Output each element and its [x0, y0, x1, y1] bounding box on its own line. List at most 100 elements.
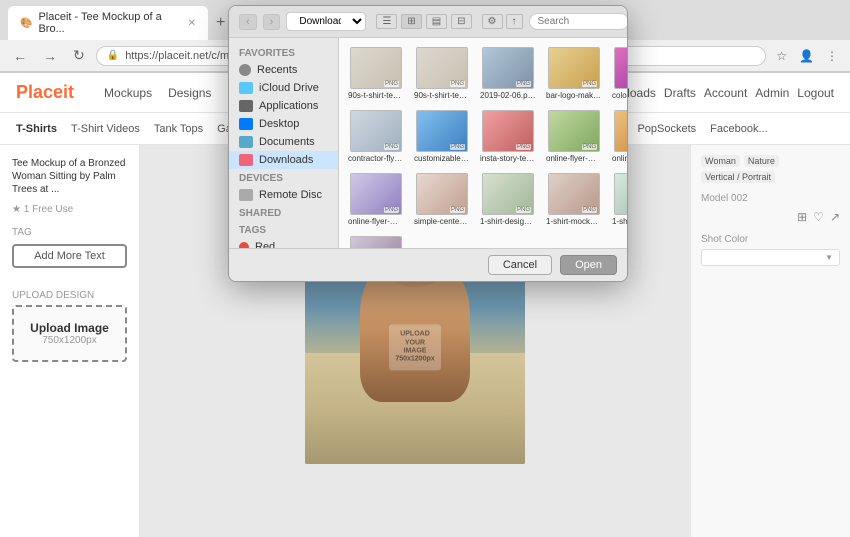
remote-icon — [239, 189, 253, 201]
fd-gallery-view-btn[interactable]: ▤ — [426, 14, 447, 29]
file-item-5[interactable]: PNG colorful-flyer-maker-f...119c.png — [609, 44, 627, 103]
fd-search-input[interactable] — [529, 13, 628, 30]
fd-favorites-label: Favorites — [229, 44, 338, 61]
desktop-icon — [239, 118, 253, 130]
file-thumb-13: PNG — [482, 173, 534, 215]
file-type-11: PNG — [384, 207, 399, 213]
fd-item-recents[interactable]: Recents — [229, 61, 338, 79]
file-type-8: PNG — [516, 144, 531, 150]
file-name-7: customizable-flyer-te...195s.png — [414, 154, 470, 163]
file-name-6: contractor-flyer-design-t...856.png — [348, 154, 404, 163]
file-type-12: PNG — [450, 207, 465, 213]
thumb-inner-5 — [615, 48, 627, 88]
fd-item-desktop[interactable]: Desktop — [229, 115, 338, 133]
file-item-11[interactable]: PNG online-flyer-maker-f...85e.png — [345, 170, 407, 229]
file-thumb-1: PNG — [350, 47, 402, 89]
file-item-13[interactable]: PNG 1-shirt-design-signed...832.png — [477, 170, 539, 229]
fd-devices-label: Devices — [229, 169, 338, 186]
file-item-16[interactable]: PNG 1-shirt-mockup-of-a-b...png — [345, 233, 407, 248]
fd-back-btn[interactable]: ‹ — [239, 14, 257, 30]
fd-tags-label: Tags — [229, 221, 338, 238]
fd-item-documents[interactable]: Documents — [229, 133, 338, 151]
fd-toolbar: ‹ › Downloads ☰ ⊞ ▤ ⊟ ⚙ ↑ — [229, 6, 627, 38]
icloud-icon — [239, 82, 253, 94]
file-item-15[interactable]: PNG 1-shirt-mockup-of-a-mo...556.png — [609, 170, 627, 229]
fd-item-apps[interactable]: Applications — [229, 97, 338, 115]
fd-desktop-label: Desktop — [259, 118, 299, 130]
file-thumb-9: PNG — [548, 110, 600, 152]
file-type-1: PNG — [384, 81, 399, 87]
file-type-7: PNG — [450, 144, 465, 150]
fd-item-downloads[interactable]: Downloads — [229, 151, 338, 169]
file-name-2: 90s-t-shirt-template-a6.png — [414, 91, 470, 100]
file-item-9[interactable]: PNG online-flyer-maker-f...434f.png — [543, 107, 605, 166]
file-thumb-14: PNG — [548, 173, 600, 215]
file-thumb-12: PNG — [416, 173, 468, 215]
red-tag-icon — [239, 242, 249, 248]
file-thumb-2: PNG — [416, 47, 468, 89]
file-item-3[interactable]: PNG 2019-02-06.png — [477, 44, 539, 103]
downloads-icon — [239, 154, 253, 166]
fd-forward-btn[interactable]: › — [263, 14, 281, 30]
thumb-inner-10 — [615, 111, 627, 151]
apps-icon — [239, 100, 253, 112]
file-item-14[interactable]: PNG 1-shirt-mockup-of-a-ma...(1).png — [543, 170, 605, 229]
fd-action-btn[interactable]: ⚙ — [482, 14, 503, 29]
file-dialog-overlay: ‹ › Downloads ☰ ⊞ ▤ ⊟ ⚙ ↑ Favorites — [0, 0, 850, 528]
thumb-inner-15 — [615, 174, 627, 214]
fd-tag-red[interactable]: Red — [229, 238, 338, 248]
file-name-3: 2019-02-06.png — [480, 91, 536, 100]
fd-footer: Cancel Open — [229, 248, 627, 281]
file-name-4: bar-logo-maker-for-a-be...596.png — [546, 91, 602, 100]
file-thumb-16: PNG — [350, 236, 402, 248]
file-type-14: PNG — [582, 207, 597, 213]
file-type-6: PNG — [384, 144, 399, 150]
fd-share-btn[interactable]: ↑ — [506, 14, 523, 29]
fd-recents-label: Recents — [257, 64, 297, 76]
file-item-6[interactable]: PNG contractor-flyer-design-t...856.png — [345, 107, 407, 166]
fd-downloads-label: Downloads — [259, 154, 313, 166]
file-name-12: simple-center-aligned...195s.png — [414, 217, 470, 226]
file-thumb-11: PNG — [350, 173, 402, 215]
fd-red-label: Red — [255, 241, 275, 248]
fd-view-controls: ☰ ⊞ ▤ ⊟ — [376, 14, 471, 29]
file-item-1[interactable]: PNG 90s-t-shirt-template-f...(2).png — [345, 44, 407, 103]
fd-item-icloud[interactable]: iCloud Drive — [229, 79, 338, 97]
file-name-15: 1-shirt-mockup-of-a-mo...556.png — [612, 217, 627, 226]
file-name-9: online-flyer-maker-f...434f.png — [546, 154, 602, 163]
fd-apps-label: Applications — [259, 100, 318, 112]
fd-shared-label: Shared — [229, 204, 338, 221]
file-thumb-7: PNG — [416, 110, 468, 152]
file-name-10: online-flyer-maker-f...85e.png — [612, 154, 627, 163]
recents-icon — [239, 64, 251, 76]
file-name-14: 1-shirt-mockup-of-a-ma...(1).png — [546, 217, 602, 226]
file-item-7[interactable]: PNG customizable-flyer-te...195s.png — [411, 107, 473, 166]
fd-cover-flow-btn[interactable]: ⊟ — [451, 14, 471, 29]
fd-cancel-btn[interactable]: Cancel — [488, 255, 552, 275]
file-thumb-15: PNG — [614, 173, 627, 215]
file-thumb-5: PNG — [614, 47, 627, 89]
file-type-3: PNG — [516, 81, 531, 87]
fd-icloud-label: iCloud Drive — [259, 82, 319, 94]
file-item-8[interactable]: PNG insta-story-template...406.png — [477, 107, 539, 166]
file-type-4: PNG — [582, 81, 597, 87]
file-name-13: 1-shirt-design-signed...832.png — [480, 217, 536, 226]
fd-grid-view-btn[interactable]: ⊞ — [401, 14, 421, 29]
fd-list-view-btn[interactable]: ☰ — [376, 14, 397, 29]
fd-open-btn[interactable]: Open — [560, 255, 617, 275]
fd-files-grid: PNG 90s-t-shirt-template-f...(2).png PNG… — [345, 44, 621, 248]
thumb-inner-16 — [351, 237, 401, 248]
file-thumb-10: PNG — [614, 110, 627, 152]
file-thumb-3: PNG — [482, 47, 534, 89]
fd-location-select[interactable]: Downloads — [286, 12, 366, 31]
file-item-12[interactable]: PNG simple-center-aligned...195s.png — [411, 170, 473, 229]
file-name-8: insta-story-template...406.png — [480, 154, 536, 163]
file-item-10[interactable]: PNG online-flyer-maker-f...85e.png — [609, 107, 627, 166]
file-type-2: PNG — [450, 81, 465, 87]
file-item-4[interactable]: PNG bar-logo-maker-for-a-be...596.png — [543, 44, 605, 103]
documents-icon — [239, 136, 253, 148]
fd-item-remote[interactable]: Remote Disc — [229, 186, 338, 204]
fd-remote-label: Remote Disc — [259, 189, 322, 201]
file-name-11: online-flyer-maker-f...85e.png — [348, 217, 404, 226]
file-item-2[interactable]: PNG 90s-t-shirt-template-a6.png — [411, 44, 473, 103]
